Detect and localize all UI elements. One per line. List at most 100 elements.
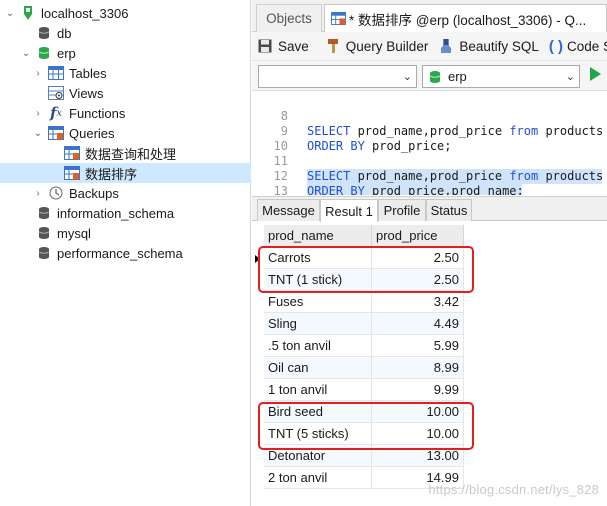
beautify-sql-button[interactable]: Beautify SQL [433, 34, 544, 58]
table-row[interactable]: Oil can 8.99 [264, 357, 464, 379]
tree-db-db[interactable]: db [20, 23, 71, 43]
tab-query-title: * 数据排序 @erp (localhost_3306) - Q... [349, 12, 587, 28]
column-header-prod-name[interactable]: prod_name [264, 225, 372, 247]
cell-prod-price[interactable]: 8.99 [372, 357, 464, 379]
chevron-down-icon[interactable]: ⌄ [20, 43, 32, 63]
code-snippet-button[interactable]: ( ) Code Sn [544, 34, 607, 58]
editor-line: 9 ORDER BY prod_price; [280, 124, 452, 153]
function-icon: fx [49, 104, 63, 122]
connection-select[interactable]: ⌄ [258, 65, 417, 88]
query-icon [48, 125, 64, 141]
tree-query-item[interactable]: 数据查询和处理 [48, 143, 176, 163]
hammer-icon [325, 38, 341, 54]
tree-query-item-selected[interactable]: 数据排序 [0, 163, 251, 183]
connection-bar: ⌄ erp ⌄ [252, 61, 607, 91]
tab-objects[interactable]: Objects [256, 4, 322, 32]
cell-prod-price[interactable]: 3.42 [372, 291, 464, 313]
cell-prod-name[interactable]: Fuses [264, 291, 372, 313]
editor-line-selected: 11 SELECT prod_name,prod_price from prod… [273, 154, 604, 184]
highlight-box [258, 246, 474, 293]
query-label: 数据排序 [85, 166, 138, 182]
db-label: information_schema [57, 205, 175, 221]
table-row[interactable]: Fuses 3.42 [264, 291, 464, 313]
chevron-right-icon[interactable]: › [32, 103, 44, 123]
tree-db-erp[interactable]: ⌄ erp [20, 43, 76, 63]
database-icon [427, 69, 443, 85]
tab-status[interactable]: Status [426, 199, 472, 221]
query-label: 数据查询和处理 [85, 146, 177, 162]
db-label: db [57, 25, 72, 41]
query-toolbar: Save Query Builder Beautify SQL ( ) Code… [252, 32, 607, 61]
editor-line: 13 [273, 184, 288, 195]
code-snippet-icon: ( ) [548, 37, 564, 55]
backup-icon [48, 185, 64, 201]
tree-db-performance-schema[interactable]: performance_schema [20, 243, 183, 263]
erp-label: erp [57, 45, 76, 61]
cell-prod-price[interactable]: 9.99 [372, 379, 464, 401]
editor-line-selected: 12 ORDER BY prod_price,prod_name; [252, 154, 607, 195]
database-icon [36, 205, 52, 221]
tab-profile[interactable]: Profile [378, 199, 426, 221]
database-icon [36, 25, 52, 41]
tables-label: Tables [69, 65, 107, 81]
cell-prod-name[interactable]: 2 ton anvil [264, 467, 372, 489]
cell-prod-price[interactable]: 4.49 [372, 313, 464, 335]
tree-connection-localhost[interactable]: ⌄ localhost_3306 [4, 3, 129, 23]
db-label: mysql [57, 225, 91, 241]
tab-result-1[interactable]: Result 1 [320, 199, 378, 222]
highlight-box [258, 402, 474, 450]
cell-prod-price[interactable]: 5.99 [372, 335, 464, 357]
save-button[interactable]: Save [252, 34, 314, 58]
watermark: https://blog.csdn.net/lys_828 [428, 482, 599, 497]
sql-editor[interactable]: 8 SELECT prod_name,prod_price from produ… [252, 91, 607, 195]
tree-db-mysql[interactable]: mysql [20, 223, 91, 243]
database-icon [36, 245, 52, 261]
cell-prod-name[interactable]: Sling [264, 313, 372, 335]
queries-label: Queries [69, 125, 115, 141]
chevron-right-icon[interactable]: › [32, 183, 44, 203]
query-icon [64, 145, 80, 161]
tree-item-backups[interactable]: › Backups [32, 183, 119, 203]
view-icon [48, 85, 64, 101]
connection-icon [20, 5, 36, 21]
query-icon [64, 165, 80, 181]
connection-label: localhost_3306 [41, 5, 129, 21]
table-row[interactable]: Sling 4.49 [264, 313, 464, 335]
database-icon [36, 45, 52, 61]
query-icon [330, 11, 346, 27]
chevron-down-icon[interactable]: ⌄ [4, 3, 16, 23]
cell-prod-name[interactable]: 1 ton anvil [264, 379, 372, 401]
table-row[interactable]: .5 ton anvil 5.99 [264, 335, 464, 357]
tree-item-queries[interactable]: ⌄ Queries [32, 123, 115, 143]
backups-label: Backups [69, 185, 119, 201]
table-row[interactable]: 1 ton anvil 9.99 [264, 379, 464, 401]
editor-line: 10 [273, 139, 288, 153]
navicat-window: ⌄ localhost_3306 db ⌄ erp › Tables Views… [0, 0, 607, 506]
chevron-down-icon: ⌄ [402, 71, 412, 83]
beautify-icon [438, 38, 454, 54]
chevron-right-icon[interactable]: › [32, 63, 44, 83]
cell-prod-name[interactable]: Oil can [264, 357, 372, 379]
run-icon[interactable] [590, 67, 601, 81]
tab-message[interactable]: Message [257, 199, 320, 221]
editor-line: 8 SELECT prod_name,prod_price from produ… [280, 109, 604, 138]
column-header-prod-price[interactable]: prod_price [372, 225, 464, 247]
views-label: Views [69, 85, 104, 101]
chevron-down-icon: ⌄ [565, 71, 575, 83]
db-label: performance_schema [57, 245, 183, 261]
tab-query[interactable]: * 数据排序 @erp (localhost_3306) - Q... [324, 4, 607, 32]
functions-label: Functions [69, 105, 126, 121]
save-icon [257, 38, 273, 54]
editor-line: 14 [252, 184, 607, 195]
tree-item-views[interactable]: Views [32, 83, 103, 103]
result-tabs: Message Result 1 Profile Status [252, 196, 607, 222]
database-select[interactable]: erp ⌄ [422, 65, 580, 88]
query-builder-button[interactable]: Query Builder [320, 34, 434, 58]
cell-prod-name[interactable]: .5 ton anvil [264, 335, 372, 357]
tree-db-information-schema[interactable]: information_schema [20, 203, 174, 223]
tree-item-functions[interactable]: › fx Functions [32, 103, 125, 123]
tree-item-tables[interactable]: › Tables [32, 63, 107, 83]
tab-bar: Objects * 数据排序 @erp (localhost_3306) - Q… [252, 0, 607, 32]
chevron-down-icon[interactable]: ⌄ [32, 123, 44, 143]
table-icon [48, 65, 64, 81]
